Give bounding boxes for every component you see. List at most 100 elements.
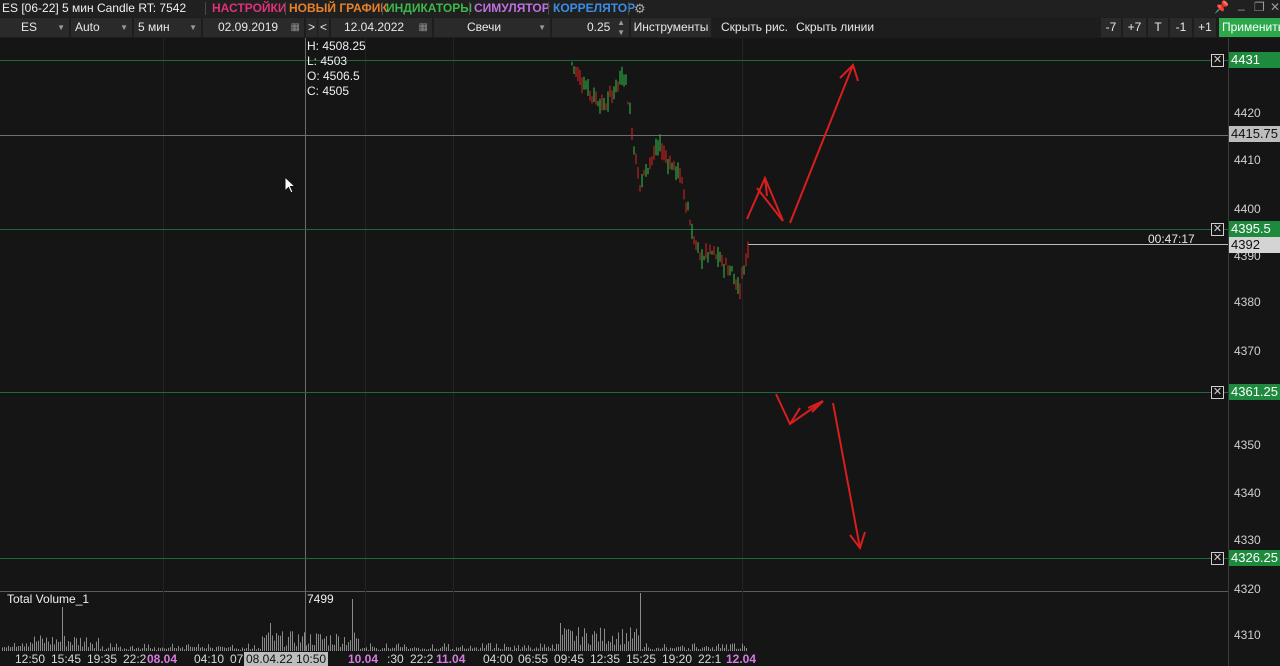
scale-select[interactable]: Auto ▼ <box>71 18 132 37</box>
time-axis[interactable]: 12:50 15:45 19:35 22:2 08.04 04:10 07 08… <box>0 651 1228 666</box>
drawn-arrow[interactable] <box>832 402 861 549</box>
hide-drawings-button[interactable]: Скрыть рис. <box>721 18 788 37</box>
date-to-value: 12.04.2022 <box>344 20 405 34</box>
volume-bar <box>612 635 613 651</box>
volume-bar <box>444 643 445 651</box>
volume-bar <box>304 632 305 651</box>
tools-button[interactable]: Инструменты <box>631 18 711 37</box>
volume-bar <box>74 637 75 651</box>
restore-icon[interactable]: ❐ <box>1254 0 1265 14</box>
volume-bar <box>600 627 601 651</box>
volume-bar <box>566 629 567 651</box>
menu-new-chart[interactable]: НОВЫЙ ГРАФИК <box>289 1 388 15</box>
volume-bar <box>608 641 609 651</box>
volume-bar <box>560 623 561 651</box>
time-tick: 12:35 <box>590 652 621 666</box>
separator <box>205 2 206 15</box>
volume-bar <box>30 642 31 651</box>
separator <box>548 2 549 15</box>
volume-bar <box>52 637 53 651</box>
volume-bar <box>262 636 263 651</box>
level-price-badge[interactable]: 4361.25 <box>1229 384 1280 400</box>
title-bar: ES [06-22] 5 мин Candle RT: 7542 НАСТРОЙ… <box>0 0 1280 17</box>
volume-bar <box>278 635 279 651</box>
minus-1-button[interactable]: -1 <box>1170 18 1192 37</box>
volume-bars <box>2 593 747 651</box>
volume-bar <box>86 637 87 651</box>
pin-icon[interactable]: 📌 <box>1214 0 1229 14</box>
volume-bar <box>598 641 599 651</box>
volume-bar <box>60 641 61 651</box>
volume-bar <box>316 633 317 651</box>
crosshair-time-badge: 08.04.22 10:50 <box>244 652 329 666</box>
menu-simulator[interactable]: СИМУЛЯТОР <box>474 1 550 15</box>
price-chart[interactable]: ✕ ✕ ✕ ✕ H: 4508.25 L: 4503 O: 4506.5 C: … <box>0 38 1228 591</box>
volume-bar <box>540 643 541 651</box>
volume-bar <box>188 644 189 651</box>
date-to-field[interactable]: 12.04.2022 ▦ <box>331 18 432 37</box>
volume-bar <box>272 635 273 651</box>
volume-bar <box>482 643 483 651</box>
minus-7-button[interactable]: -7 <box>1101 18 1121 37</box>
volume-bar <box>268 632 269 651</box>
crosshair-price-badge: 4415.75 <box>1229 126 1280 142</box>
volume-bar <box>742 643 743 651</box>
gears-icon[interactable]: ⚙ <box>634 1 646 17</box>
volume-bar <box>92 644 93 651</box>
volume-panel[interactable]: Total Volume_1 7499 <box>0 591 1228 651</box>
volume-bar <box>310 634 311 651</box>
drawn-arrow[interactable] <box>756 187 784 222</box>
volume-bar <box>628 641 629 651</box>
volume-bar <box>398 643 399 651</box>
volume-bar <box>588 643 589 651</box>
drawn-arrow[interactable] <box>789 64 854 224</box>
t-button[interactable]: T <box>1148 18 1168 37</box>
timeframe-select[interactable]: 5 мин ▼ <box>134 18 201 37</box>
volume-bar <box>144 643 145 651</box>
volume-bar <box>616 638 617 651</box>
volume-bar <box>336 633 337 651</box>
volume-bar <box>448 644 449 651</box>
scale-value: Auto <box>75 20 100 34</box>
volume-bar <box>62 607 63 651</box>
candlestick-series <box>571 61 866 551</box>
volume-bar <box>604 628 605 651</box>
volume-bar <box>558 644 559 651</box>
price-axis[interactable]: 4420 4410 4400 4390 4380 4370 4350 4340 … <box>1228 38 1280 666</box>
plus-7-button[interactable]: +7 <box>1123 18 1146 37</box>
time-tick: 22:1 <box>698 652 722 666</box>
volume-bar <box>44 642 45 651</box>
symbol-select[interactable]: ES ▼ <box>0 18 69 37</box>
apply-button[interactable]: Применить <box>1219 18 1280 37</box>
level-price-badge[interactable]: 4326.25 <box>1229 550 1280 566</box>
menu-settings[interactable]: НАСТРОЙКИ <box>212 1 286 15</box>
level-price-badge[interactable]: 4395.5 <box>1229 221 1280 237</box>
volume-bar <box>68 641 69 651</box>
volume-bar <box>718 643 719 651</box>
volume-bar <box>562 634 563 651</box>
price-tick: 4320 <box>1234 582 1261 596</box>
date-tick: 08.04 <box>147 652 178 666</box>
chart-type-select[interactable]: Свечи ▼ <box>434 18 550 37</box>
level-price-badge[interactable]: 4431 <box>1229 52 1280 68</box>
menu-indicators[interactable]: ИНДИКАТОРЫ <box>386 1 472 15</box>
volume-bar <box>370 643 371 651</box>
price-tick: 4310 <box>1234 628 1261 642</box>
date-from-field[interactable]: 02.09.2019 ▦ <box>203 18 304 37</box>
volume-bar <box>722 644 723 651</box>
date-tick: 11.04 <box>436 652 466 666</box>
nav-back-button[interactable]: < <box>318 18 329 37</box>
tick-size-stepper[interactable]: 0.25 ▲ ▼ <box>552 18 629 37</box>
close-icon[interactable]: ✕ <box>1270 0 1280 14</box>
volume-bar <box>572 631 573 651</box>
plus-1-button[interactable]: +1 <box>1194 18 1216 37</box>
hide-lines-button[interactable]: Скрыть линии <box>796 18 874 37</box>
chevron-down-icon: ▼ <box>538 23 546 32</box>
timeframe-value: 5 мин <box>138 20 170 34</box>
minimize-icon[interactable]: _ <box>1238 0 1245 11</box>
volume-bar <box>22 643 23 651</box>
price-tick: 4400 <box>1234 202 1261 216</box>
volume-bar <box>578 627 579 651</box>
nav-forward-button[interactable]: > <box>306 18 317 37</box>
volume-bar <box>302 636 303 651</box>
